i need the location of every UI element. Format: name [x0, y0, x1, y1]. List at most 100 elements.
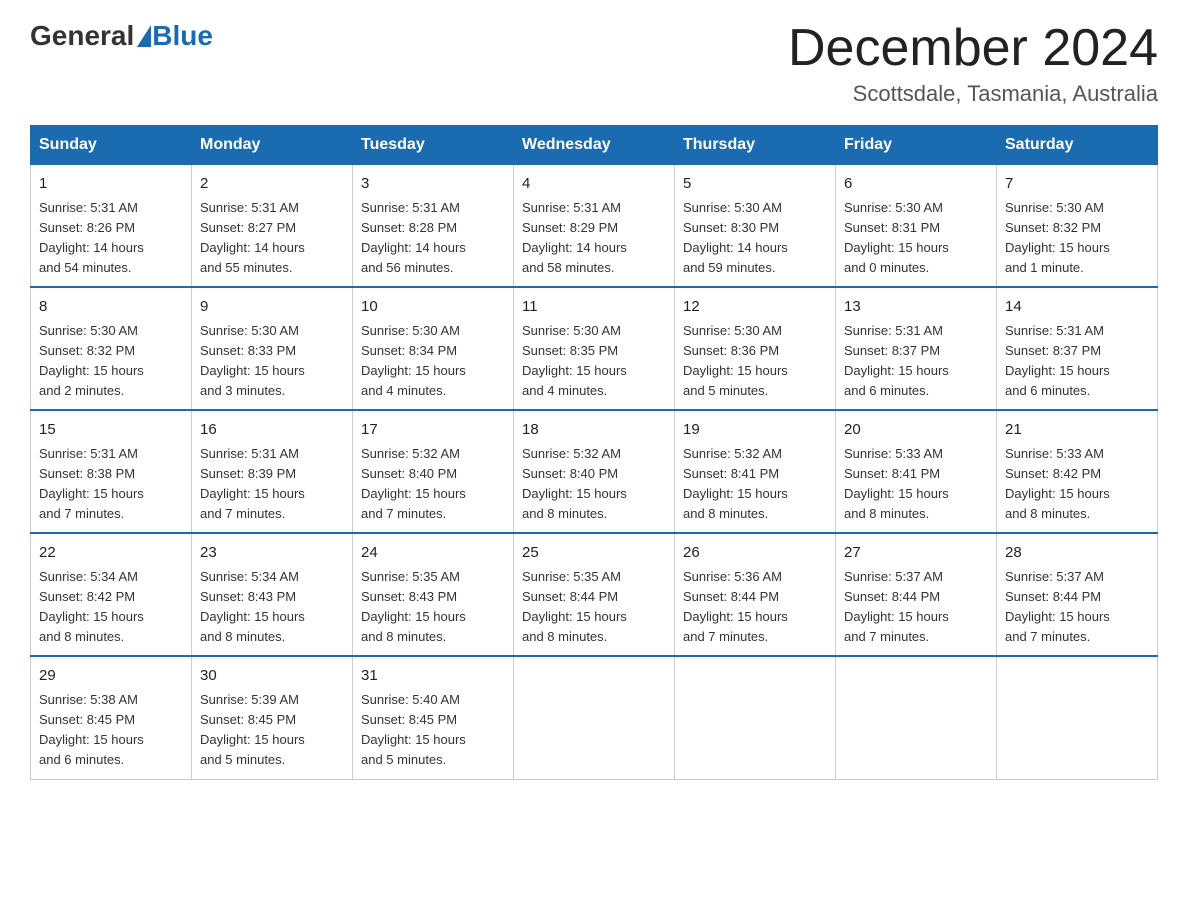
- calendar-cell: 14Sunrise: 5:31 AM Sunset: 8:37 PM Dayli…: [997, 287, 1158, 410]
- day-number: 23: [200, 542, 344, 565]
- day-info: Sunrise: 5:39 AM Sunset: 8:45 PM Dayligh…: [200, 690, 344, 771]
- calendar-cell: 27Sunrise: 5:37 AM Sunset: 8:44 PM Dayli…: [836, 533, 997, 656]
- day-number: 2: [200, 173, 344, 196]
- calendar-cell: 6Sunrise: 5:30 AM Sunset: 8:31 PM Daylig…: [836, 165, 997, 288]
- day-number: 17: [361, 419, 505, 442]
- day-info: Sunrise: 5:31 AM Sunset: 8:38 PM Dayligh…: [39, 444, 183, 525]
- day-number: 11: [522, 296, 666, 319]
- calendar-cell: 23Sunrise: 5:34 AM Sunset: 8:43 PM Dayli…: [192, 533, 353, 656]
- calendar-cell: [997, 656, 1158, 779]
- day-number: 9: [200, 296, 344, 319]
- day-number: 4: [522, 173, 666, 196]
- day-number: 22: [39, 542, 183, 565]
- day-info: Sunrise: 5:38 AM Sunset: 8:45 PM Dayligh…: [39, 690, 183, 771]
- day-info: Sunrise: 5:34 AM Sunset: 8:42 PM Dayligh…: [39, 567, 183, 648]
- day-info: Sunrise: 5:30 AM Sunset: 8:31 PM Dayligh…: [844, 198, 988, 279]
- day-number: 3: [361, 173, 505, 196]
- day-number: 6: [844, 173, 988, 196]
- day-info: Sunrise: 5:36 AM Sunset: 8:44 PM Dayligh…: [683, 567, 827, 648]
- calendar-cell: 17Sunrise: 5:32 AM Sunset: 8:40 PM Dayli…: [353, 410, 514, 533]
- week-row-2: 8Sunrise: 5:30 AM Sunset: 8:32 PM Daylig…: [31, 287, 1158, 410]
- day-info: Sunrise: 5:33 AM Sunset: 8:41 PM Dayligh…: [844, 444, 988, 525]
- calendar-cell: 13Sunrise: 5:31 AM Sunset: 8:37 PM Dayli…: [836, 287, 997, 410]
- header-cell-thursday: Thursday: [675, 126, 836, 165]
- calendar-cell: 25Sunrise: 5:35 AM Sunset: 8:44 PM Dayli…: [514, 533, 675, 656]
- calendar-cell: 22Sunrise: 5:34 AM Sunset: 8:42 PM Dayli…: [31, 533, 192, 656]
- week-row-1: 1Sunrise: 5:31 AM Sunset: 8:26 PM Daylig…: [31, 165, 1158, 288]
- header-cell-monday: Monday: [192, 126, 353, 165]
- header-row: SundayMondayTuesdayWednesdayThursdayFrid…: [31, 126, 1158, 165]
- calendar-cell: 19Sunrise: 5:32 AM Sunset: 8:41 PM Dayli…: [675, 410, 836, 533]
- day-number: 21: [1005, 419, 1149, 442]
- day-number: 28: [1005, 542, 1149, 565]
- logo-general-text: General: [30, 20, 134, 52]
- day-info: Sunrise: 5:31 AM Sunset: 8:37 PM Dayligh…: [1005, 321, 1149, 402]
- week-row-4: 22Sunrise: 5:34 AM Sunset: 8:42 PM Dayli…: [31, 533, 1158, 656]
- day-number: 29: [39, 665, 183, 688]
- calendar-subtitle: Scottsdale, Tasmania, Australia: [788, 81, 1158, 107]
- calendar-cell: 7Sunrise: 5:30 AM Sunset: 8:32 PM Daylig…: [997, 165, 1158, 288]
- day-number: 20: [844, 419, 988, 442]
- day-info: Sunrise: 5:32 AM Sunset: 8:40 PM Dayligh…: [361, 444, 505, 525]
- day-info: Sunrise: 5:40 AM Sunset: 8:45 PM Dayligh…: [361, 690, 505, 771]
- day-info: Sunrise: 5:31 AM Sunset: 8:26 PM Dayligh…: [39, 198, 183, 279]
- logo: General Blue: [30, 20, 213, 52]
- calendar-cell: 29Sunrise: 5:38 AM Sunset: 8:45 PM Dayli…: [31, 656, 192, 779]
- header-cell-saturday: Saturday: [997, 126, 1158, 165]
- calendar-body: 1Sunrise: 5:31 AM Sunset: 8:26 PM Daylig…: [31, 165, 1158, 779]
- calendar-cell: 3Sunrise: 5:31 AM Sunset: 8:28 PM Daylig…: [353, 165, 514, 288]
- calendar-cell: 10Sunrise: 5:30 AM Sunset: 8:34 PM Dayli…: [353, 287, 514, 410]
- day-number: 24: [361, 542, 505, 565]
- day-number: 13: [844, 296, 988, 319]
- day-info: Sunrise: 5:30 AM Sunset: 8:33 PM Dayligh…: [200, 321, 344, 402]
- calendar-cell: 15Sunrise: 5:31 AM Sunset: 8:38 PM Dayli…: [31, 410, 192, 533]
- calendar-cell: [836, 656, 997, 779]
- day-info: Sunrise: 5:35 AM Sunset: 8:43 PM Dayligh…: [361, 567, 505, 648]
- day-info: Sunrise: 5:30 AM Sunset: 8:32 PM Dayligh…: [39, 321, 183, 402]
- calendar-cell: [514, 656, 675, 779]
- calendar-cell: [675, 656, 836, 779]
- calendar-header: SundayMondayTuesdayWednesdayThursdayFrid…: [31, 126, 1158, 165]
- header-cell-tuesday: Tuesday: [353, 126, 514, 165]
- day-info: Sunrise: 5:30 AM Sunset: 8:35 PM Dayligh…: [522, 321, 666, 402]
- calendar-table: SundayMondayTuesdayWednesdayThursdayFrid…: [30, 125, 1158, 779]
- day-info: Sunrise: 5:31 AM Sunset: 8:37 PM Dayligh…: [844, 321, 988, 402]
- day-info: Sunrise: 5:31 AM Sunset: 8:28 PM Dayligh…: [361, 198, 505, 279]
- day-info: Sunrise: 5:37 AM Sunset: 8:44 PM Dayligh…: [1005, 567, 1149, 648]
- day-number: 15: [39, 419, 183, 442]
- calendar-cell: 20Sunrise: 5:33 AM Sunset: 8:41 PM Dayli…: [836, 410, 997, 533]
- logo-blue-text: Blue: [152, 20, 213, 52]
- day-info: Sunrise: 5:35 AM Sunset: 8:44 PM Dayligh…: [522, 567, 666, 648]
- day-info: Sunrise: 5:30 AM Sunset: 8:30 PM Dayligh…: [683, 198, 827, 279]
- day-number: 16: [200, 419, 344, 442]
- calendar-cell: 16Sunrise: 5:31 AM Sunset: 8:39 PM Dayli…: [192, 410, 353, 533]
- day-number: 27: [844, 542, 988, 565]
- day-number: 10: [361, 296, 505, 319]
- day-info: Sunrise: 5:31 AM Sunset: 8:27 PM Dayligh…: [200, 198, 344, 279]
- day-number: 30: [200, 665, 344, 688]
- calendar-cell: 26Sunrise: 5:36 AM Sunset: 8:44 PM Dayli…: [675, 533, 836, 656]
- header-cell-sunday: Sunday: [31, 126, 192, 165]
- calendar-cell: 2Sunrise: 5:31 AM Sunset: 8:27 PM Daylig…: [192, 165, 353, 288]
- day-number: 8: [39, 296, 183, 319]
- calendar-cell: 24Sunrise: 5:35 AM Sunset: 8:43 PM Dayli…: [353, 533, 514, 656]
- calendar-cell: 9Sunrise: 5:30 AM Sunset: 8:33 PM Daylig…: [192, 287, 353, 410]
- calendar-cell: 11Sunrise: 5:30 AM Sunset: 8:35 PM Dayli…: [514, 287, 675, 410]
- calendar-cell: 5Sunrise: 5:30 AM Sunset: 8:30 PM Daylig…: [675, 165, 836, 288]
- day-info: Sunrise: 5:31 AM Sunset: 8:39 PM Dayligh…: [200, 444, 344, 525]
- day-info: Sunrise: 5:32 AM Sunset: 8:41 PM Dayligh…: [683, 444, 827, 525]
- week-row-5: 29Sunrise: 5:38 AM Sunset: 8:45 PM Dayli…: [31, 656, 1158, 779]
- calendar-cell: 12Sunrise: 5:30 AM Sunset: 8:36 PM Dayli…: [675, 287, 836, 410]
- page-header: General Blue December 2024 Scottsdale, T…: [30, 20, 1158, 107]
- day-number: 5: [683, 173, 827, 196]
- day-info: Sunrise: 5:34 AM Sunset: 8:43 PM Dayligh…: [200, 567, 344, 648]
- logo-triangle-icon: [137, 25, 151, 47]
- week-row-3: 15Sunrise: 5:31 AM Sunset: 8:38 PM Dayli…: [31, 410, 1158, 533]
- day-number: 1: [39, 173, 183, 196]
- title-block: December 2024 Scottsdale, Tasmania, Aust…: [788, 20, 1158, 107]
- day-info: Sunrise: 5:31 AM Sunset: 8:29 PM Dayligh…: [522, 198, 666, 279]
- header-cell-friday: Friday: [836, 126, 997, 165]
- day-number: 31: [361, 665, 505, 688]
- day-info: Sunrise: 5:33 AM Sunset: 8:42 PM Dayligh…: [1005, 444, 1149, 525]
- calendar-title: December 2024: [788, 20, 1158, 77]
